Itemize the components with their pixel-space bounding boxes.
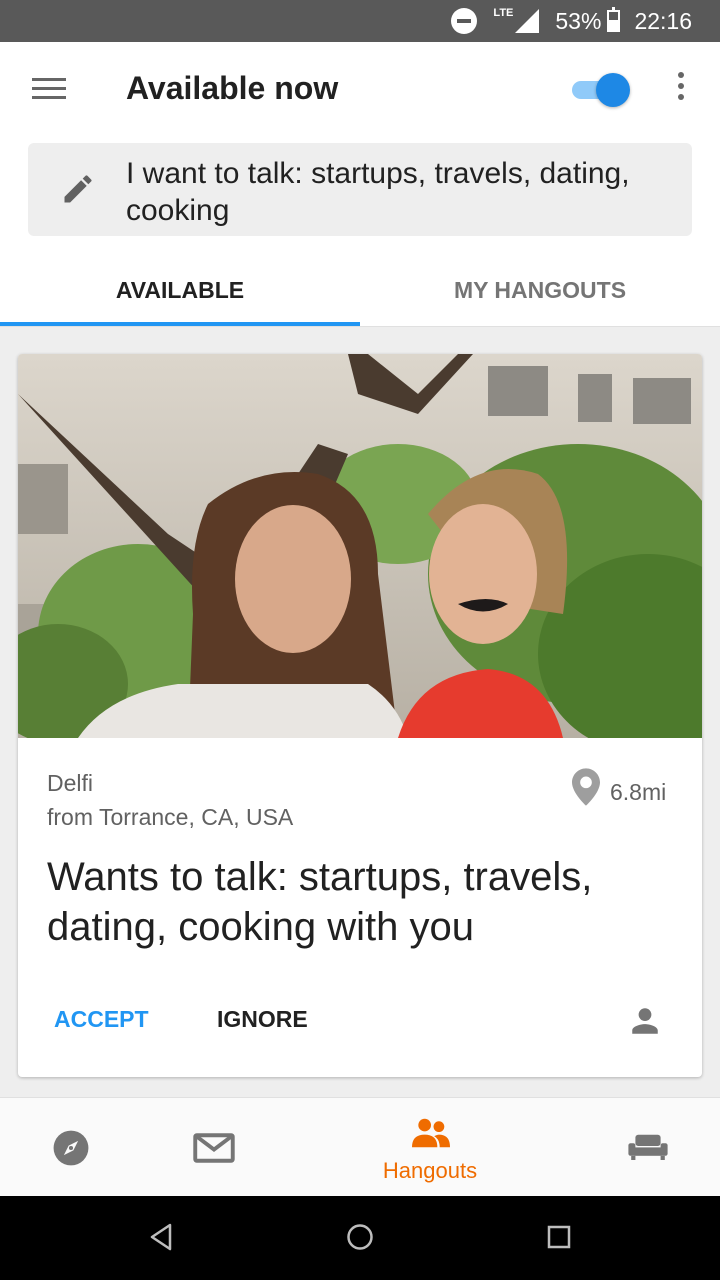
wants-to-talk-text: Wants to talk: startups, travels, dating… (47, 855, 593, 949)
bottom-nav: Hangouts (0, 1097, 720, 1196)
status-bar: LTE 53% 22:16 (0, 0, 720, 42)
screen: LTE 53% 22:16 Available now I want to ta… (0, 0, 720, 1280)
ignore-button[interactable]: IGNORE (217, 1006, 308, 1033)
menu-icon[interactable] (32, 78, 66, 100)
topic-section: I want to talk: startups, travels, datin… (0, 136, 720, 254)
tab-bar: AVAILABLE MY HANGOUTS (0, 254, 720, 327)
topic-input[interactable]: I want to talk: startups, travels, datin… (28, 143, 692, 236)
network-type: LTE (493, 7, 514, 19)
nav-messages[interactable] (172, 1098, 256, 1197)
nav-discover[interactable] (30, 1098, 110, 1197)
pencil-icon (64, 175, 92, 203)
tab-my-hangouts[interactable]: MY HANGOUTS (360, 254, 720, 326)
topic-text: I want to talk: startups, travels, datin… (126, 157, 630, 227)
page-title: Available now (126, 70, 339, 106)
recents-icon[interactable] (544, 1222, 574, 1252)
hangout-card: Delfi from Torrance, CA, USA 6.8mi Wants… (18, 354, 702, 1077)
accept-button[interactable]: ACCEPT (54, 1006, 149, 1033)
system-nav-bar (0, 1196, 720, 1280)
distance: 6.8mi (610, 779, 667, 805)
location-pin-icon (572, 768, 600, 806)
nav-hangouts[interactable]: Hangouts (350, 1098, 510, 1197)
clock: 22:16 (634, 7, 692, 34)
do-not-disturb-icon (451, 8, 478, 34)
tab-available[interactable]: AVAILABLE (0, 254, 360, 326)
user-name: Delfi (47, 770, 94, 796)
battery-icon (607, 7, 621, 32)
signal-icon (515, 9, 540, 33)
profile-photo (18, 354, 702, 738)
person-icon[interactable] (628, 1004, 662, 1038)
nav-hangouts-label: Hangouts (382, 1158, 478, 1183)
mail-icon (193, 1133, 235, 1163)
back-icon[interactable] (146, 1222, 176, 1252)
nav-lounge[interactable] (608, 1098, 688, 1197)
home-icon[interactable] (345, 1222, 375, 1252)
app-bar: Available now (0, 42, 720, 136)
couch-icon (628, 1134, 668, 1160)
compass-icon (53, 1130, 89, 1166)
more-vert-icon[interactable] (674, 72, 688, 106)
battery-level: 53% (555, 7, 602, 34)
people-icon (412, 1118, 450, 1148)
user-location: from Torrance, CA, USA (47, 804, 294, 830)
availability-toggle[interactable] (572, 72, 630, 107)
